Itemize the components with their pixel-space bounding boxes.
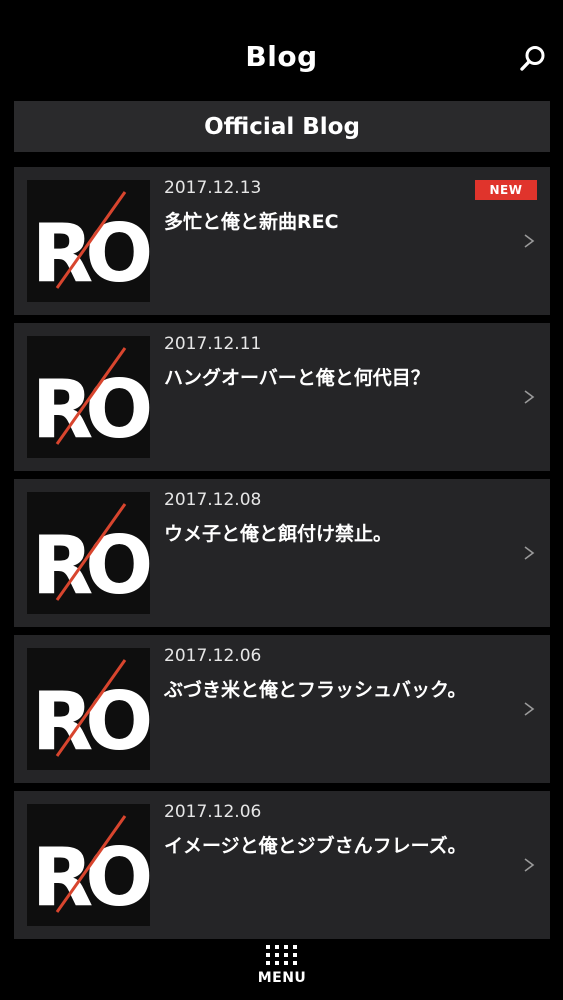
post-item[interactable]: RO 2017.12.06 ぶづき米と俺とフラッシュバック。 <box>14 635 550 783</box>
post-date: 2017.12.08 <box>164 490 262 510</box>
post-thumbnail: RO <box>27 648 150 770</box>
post-title: ウメ子と俺と餌付け禁止。 <box>164 523 393 545</box>
logo-thumbnail-image: RO <box>32 191 150 300</box>
post-title: 多忙と俺と新曲REC <box>164 211 339 233</box>
post-title: イメージと俺とジブさんフレーズ。 <box>164 835 467 857</box>
logo-thumbnail-image: RO <box>32 503 150 612</box>
grid-icon <box>266 945 297 965</box>
app-header: Blog <box>0 0 563 100</box>
post-date: 2017.12.13 <box>164 178 262 198</box>
post-item[interactable]: RO 2017.12.06 イメージと俺とジブさんフレーズ。 <box>14 791 550 939</box>
chevron-right-icon <box>524 234 535 248</box>
chevron-right-icon <box>524 390 535 404</box>
post-item[interactable]: RO 2017.12.11 ハングオーバーと俺と何代目？ <box>14 323 550 471</box>
post-thumbnail: RO <box>27 492 150 614</box>
post-thumbnail: RO <box>27 180 150 302</box>
search-icon <box>520 46 545 71</box>
chevron-right-icon <box>524 858 535 872</box>
svg-text:RO: RO <box>32 675 150 768</box>
post-date: 2017.12.06 <box>164 646 262 666</box>
logo-thumbnail-image: RO <box>32 659 150 768</box>
section-header: Official Blog <box>14 101 550 152</box>
chevron-right-icon <box>524 546 535 560</box>
post-title: ハングオーバーと俺と何代目？ <box>164 367 430 389</box>
chevron-right-icon <box>524 702 535 716</box>
post-list: RO 2017.12.13 NEW 多忙と俺と新曲REC RO 2017.12.… <box>14 167 550 947</box>
search-button[interactable] <box>518 44 548 74</box>
post-thumbnail: RO <box>27 336 150 458</box>
post-date: 2017.12.06 <box>164 802 262 822</box>
post-thumbnail: RO <box>27 804 150 926</box>
post-date: 2017.12.11 <box>164 334 262 354</box>
menu-button[interactable]: MENU <box>246 944 318 994</box>
svg-text:RO: RO <box>32 831 150 924</box>
svg-text:RO: RO <box>32 207 150 300</box>
post-item[interactable]: RO 2017.12.08 ウメ子と俺と餌付け禁止。 <box>14 479 550 627</box>
svg-text:RO: RO <box>32 363 150 456</box>
blog-screen: Blog Official Blog RO 2017.12.13 NEW 多忙と… <box>0 0 563 1000</box>
page-title: Blog <box>245 40 318 73</box>
post-item[interactable]: RO 2017.12.13 NEW 多忙と俺と新曲REC <box>14 167 550 315</box>
menu-label: MENU <box>257 970 307 986</box>
logo-thumbnail-image: RO <box>32 815 150 924</box>
logo-thumbnail-image: RO <box>32 347 150 456</box>
new-badge: NEW <box>475 180 537 200</box>
section-title: Official Blog <box>204 113 360 140</box>
svg-text:RO: RO <box>32 519 150 612</box>
post-title: ぶづき米と俺とフラッシュバック。 <box>164 679 467 701</box>
